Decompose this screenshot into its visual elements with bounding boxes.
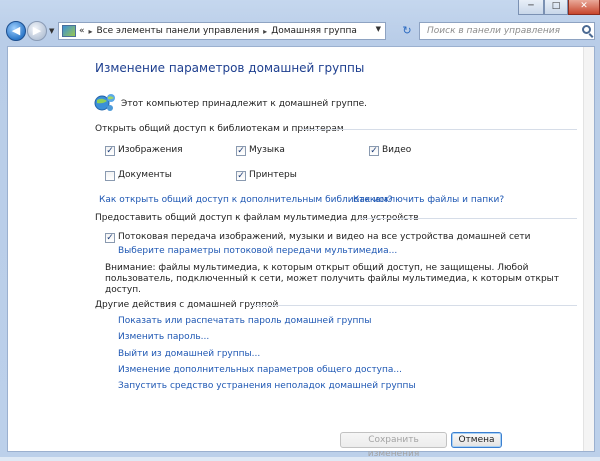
- checkbox-documents-label[interactable]: Документы: [118, 170, 172, 180]
- checkbox-music[interactable]: ✓: [236, 146, 246, 156]
- search-placeholder: Поиск в панели управления: [427, 26, 560, 36]
- window-frame: ─ □ ✕ ◀ ▶ ▼ « ▸ Все элементы панели упра…: [0, 0, 600, 459]
- membership-text: Этот компьютер принадлежит к домашней гр…: [121, 99, 368, 109]
- history-dropdown-icon[interactable]: ▼: [49, 27, 54, 35]
- exclude-files-link[interactable]: Как исключить файлы и папки?: [353, 195, 504, 205]
- address-dropdown-icon[interactable]: ▼: [376, 25, 381, 33]
- homegroup-icon: [94, 94, 115, 111]
- section-divider: [301, 129, 577, 130]
- advanced-sharing-link[interactable]: Изменение дополнительных параметров обще…: [118, 365, 402, 375]
- section-divider: [361, 218, 577, 219]
- checkbox-video-label[interactable]: Видео: [382, 145, 411, 155]
- save-changes-button[interactable]: Сохранить изменения: [340, 432, 447, 459]
- address-root-chevron[interactable]: «: [79, 26, 85, 36]
- checkbox-video[interactable]: ✓: [369, 146, 379, 156]
- minimize-button[interactable]: ─: [518, 0, 544, 15]
- checkbox-pictures[interactable]: ✓: [105, 146, 115, 156]
- address-bar[interactable]: « ▸ Все элементы панели управления ▸ Дом…: [58, 22, 386, 40]
- change-password-link[interactable]: Изменить пароль...: [118, 332, 209, 342]
- breadcrumb-all-control-panel[interactable]: Все элементы панели управления: [97, 26, 260, 36]
- cancel-button[interactable]: Отмена: [451, 432, 502, 448]
- warning-text-line3: доступ.: [105, 285, 141, 295]
- breadcrumb-separator-icon[interactable]: ▸: [263, 27, 267, 36]
- close-button[interactable]: ✕: [568, 0, 600, 15]
- warning-text-line2: пользователь, подключенный к сети, может…: [105, 274, 559, 284]
- section-divider: [251, 305, 577, 306]
- refresh-icon[interactable]: ↻: [398, 23, 416, 39]
- warning-text-line1: Внимание: файлы мультимедиа, к которым о…: [105, 263, 529, 273]
- breadcrumb-separator-icon[interactable]: ▸: [89, 27, 93, 36]
- navigation-bar: ◀ ▶ ▼ « ▸ Все элементы панели управления…: [0, 18, 600, 44]
- checkbox-music-label[interactable]: Музыка: [249, 145, 285, 155]
- leave-homegroup-link[interactable]: Выйти из домашней группы...: [118, 349, 260, 359]
- more-libraries-link[interactable]: Как открыть общий доступ к дополнительны…: [99, 195, 392, 205]
- forward-button[interactable]: ▶: [27, 21, 47, 41]
- page-title: Изменение параметров домашней группы: [95, 61, 365, 75]
- troubleshooter-link[interactable]: Запустить средство устранения неполадок …: [118, 381, 416, 391]
- back-button[interactable]: ◀: [6, 21, 26, 41]
- scrollbar[interactable]: [583, 47, 594, 451]
- checkbox-documents[interactable]: [105, 171, 115, 181]
- content-pane: Изменение параметров домашней группы Это…: [7, 46, 595, 459]
- media-options-link[interactable]: Выберите параметры потоковой передачи му…: [118, 246, 397, 256]
- show-password-link[interactable]: Показать или распечатать пароль домашней…: [118, 316, 371, 326]
- checkbox-media-streaming[interactable]: ✓: [105, 233, 115, 243]
- breadcrumb-homegroup[interactable]: Домашняя группа: [271, 26, 357, 36]
- checkbox-printers-label[interactable]: Принтеры: [249, 170, 297, 180]
- search-icon[interactable]: [582, 25, 591, 34]
- title-bar: ─ □ ✕: [0, 0, 600, 18]
- checkbox-printers[interactable]: ✓: [236, 171, 246, 181]
- maximize-button[interactable]: □: [544, 0, 568, 15]
- control-panel-icon: [62, 25, 76, 37]
- media-streaming-label[interactable]: Потоковая передача изображений, музыки и…: [118, 232, 531, 242]
- search-input[interactable]: Поиск в панели управления: [419, 22, 595, 40]
- checkbox-pictures-label[interactable]: Изображения: [118, 145, 183, 155]
